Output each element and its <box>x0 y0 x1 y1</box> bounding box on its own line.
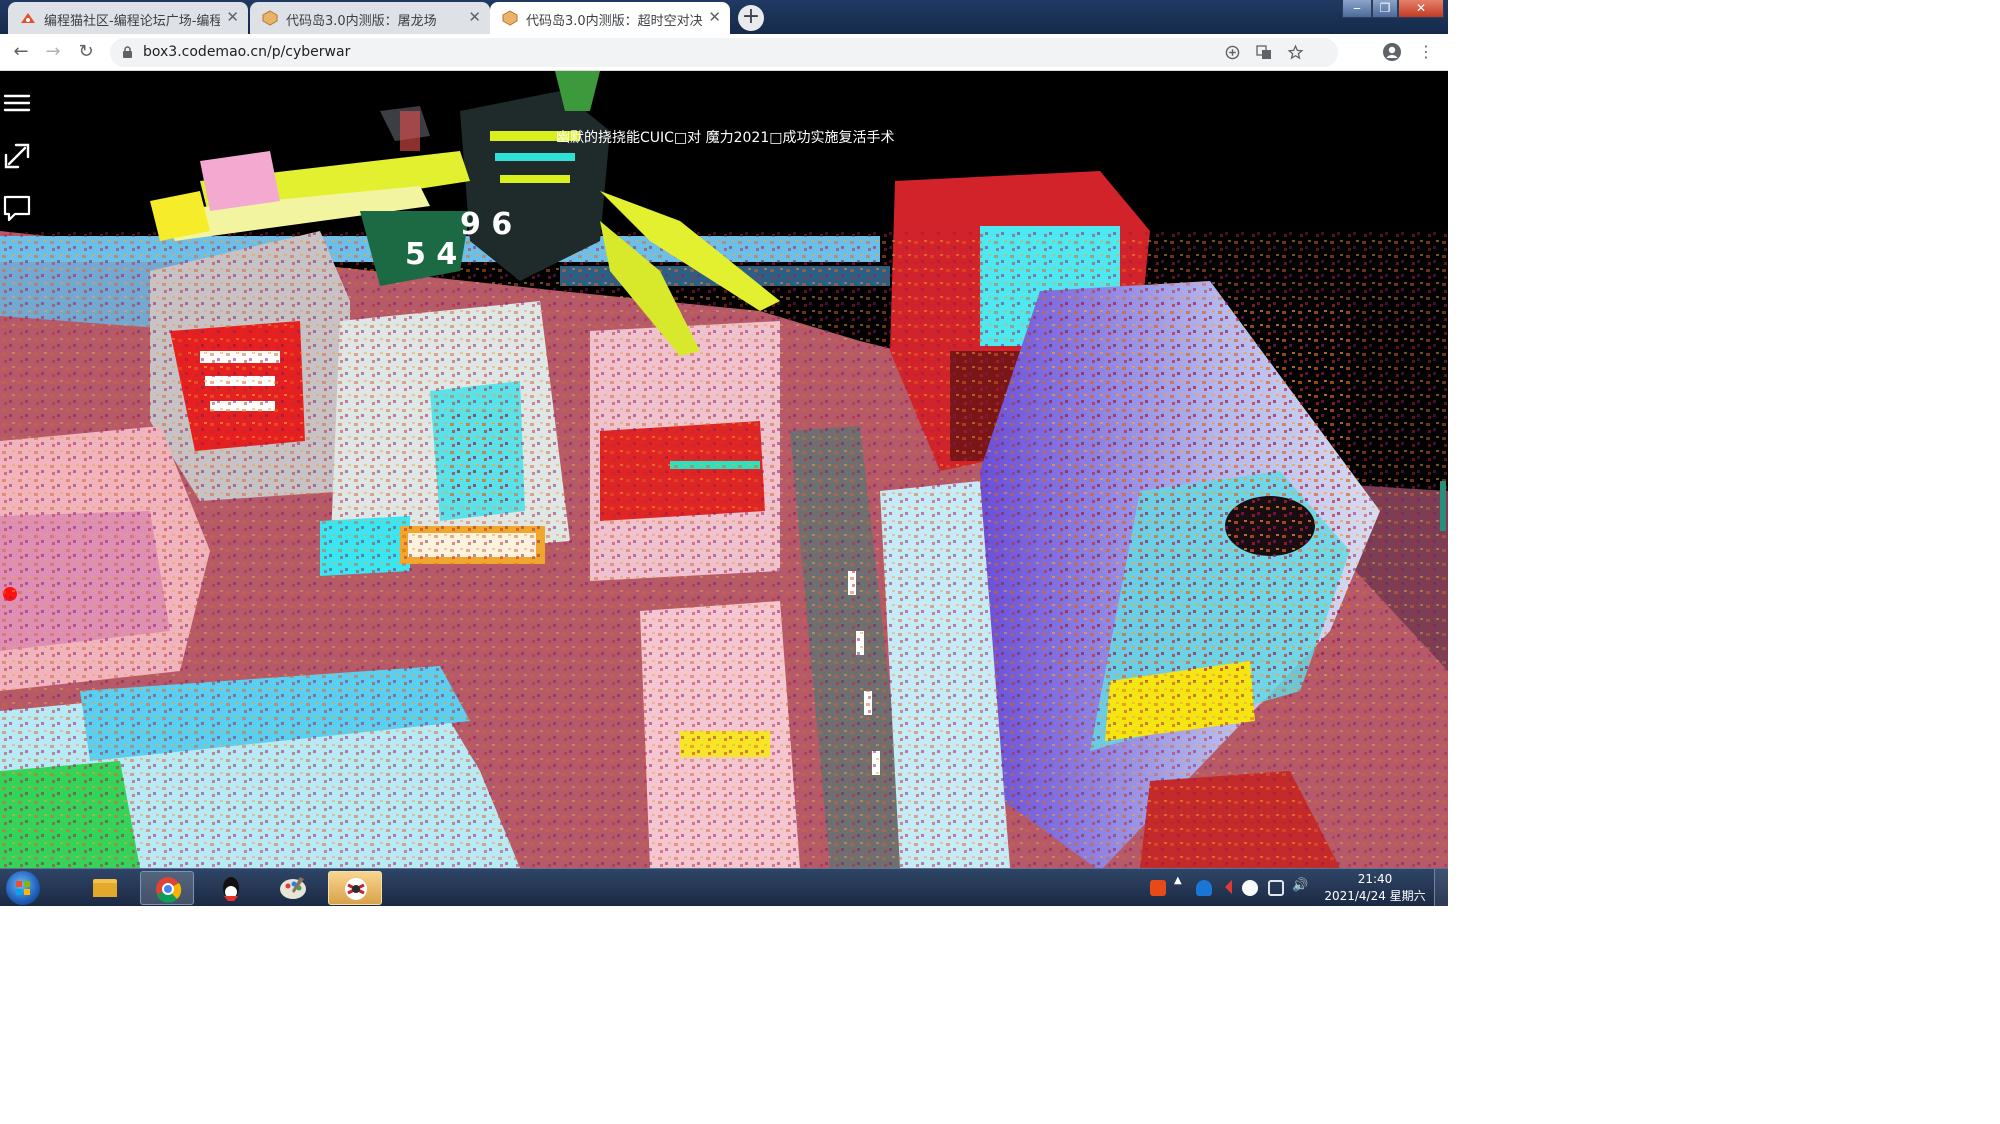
windows-logo-icon <box>16 881 30 895</box>
tab-dragon-arena[interactable]: 代码岛3.0内测版：屠龙场 ✕ <box>250 2 490 34</box>
damage-number: 9 6 <box>460 207 513 242</box>
show-hidden-icons-icon[interactable]: ▲ <box>1174 875 1184 891</box>
lock-icon <box>123 46 132 58</box>
game-viewport[interactable]: 9 6 5 4 幽默的挠挠能CUIC□对 魔力2021□成功实施复活手术 <box>0 71 1448 868</box>
tab-codemao-community[interactable]: 编程猫社区-编程论坛广场-编程 ✕ <box>8 2 248 34</box>
damage-number: 5 4 <box>405 237 458 272</box>
back-icon[interactable]: ← <box>10 41 32 63</box>
show-desktop-button[interactable] <box>1434 869 1448 906</box>
screenshot: 编程猫社区-编程论坛广场-编程 ✕ 代码岛3.0内测版：屠龙场 ✕ 代码岛3.0… <box>0 0 1448 906</box>
menu-icon[interactable] <box>0 86 34 120</box>
chrome-icon[interactable] <box>140 871 194 905</box>
file-explorer-icon[interactable] <box>78 871 132 905</box>
bookmark-star-icon[interactable] <box>1287 44 1304 61</box>
restore-button[interactable]: ❐ <box>1372 0 1398 18</box>
reload-icon[interactable]: ↻ <box>75 41 97 63</box>
clock-date: 2021/4/24 星期六 <box>1324 889 1426 903</box>
chat-icon[interactable] <box>0 191 34 225</box>
clock-time: 21:40 <box>1357 872 1393 886</box>
speaker-icon[interactable]: 🔊 <box>1292 878 1308 894</box>
browser-toolbar: ← → ↻ box3.codemao.cn/p/cyberwar ⋮ <box>0 34 1448 71</box>
close-tab-icon[interactable]: ✕ <box>468 8 481 26</box>
address-bar[interactable]: box3.codemao.cn/p/cyberwar <box>110 38 1338 67</box>
forward-icon[interactable]: → <box>42 41 64 63</box>
game-broadcast-message: 幽默的挠挠能CUIC□对 魔力2021□成功实施复活手术 <box>556 130 895 146</box>
translate-icon[interactable] <box>1256 45 1272 60</box>
chrome-menu-icon[interactable]: ⋮ <box>1415 41 1437 63</box>
qq-icon[interactable] <box>204 871 258 905</box>
tab-title: 编程猫社区-编程论坛广场-编程 <box>44 14 220 29</box>
close-tab-icon[interactable]: ✕ <box>708 8 721 26</box>
tab-title: 代码岛3.0内测版：超时空对决 <box>526 14 702 29</box>
browser-tab-strip: 编程猫社区-编程论坛广场-编程 ✕ 代码岛3.0内测版：屠龙场 ✕ 代码岛3.0… <box>0 0 1448 34</box>
url-text: box3.codemao.cn/p/cyberwar <box>143 44 351 60</box>
network-icon[interactable] <box>1268 880 1284 896</box>
box3-favicon-icon <box>262 10 278 26</box>
tab-cyberwar[interactable]: 代码岛3.0内测版：超时空对决 ✕ <box>490 2 730 34</box>
close-window-button[interactable]: ✕ <box>1398 0 1444 18</box>
minimize-button[interactable]: ‒ <box>1342 0 1372 18</box>
box3-favicon-icon <box>502 10 518 26</box>
taskbar-clock[interactable]: 21:40 2021/4/24 星期六 <box>1320 871 1430 905</box>
paint-icon[interactable] <box>266 871 320 905</box>
start-button[interactable] <box>6 871 40 905</box>
security-shield-icon[interactable] <box>1196 880 1212 896</box>
voxel-city-scene <box>0 71 1448 868</box>
close-tab-icon[interactable]: ✕ <box>226 8 239 26</box>
volume-warning-icon[interactable] <box>1218 880 1232 894</box>
profile-avatar-icon[interactable] <box>1382 42 1402 62</box>
tab-title: 代码岛3.0内测版：屠龙场 <box>286 14 437 29</box>
sogou-ime-icon[interactable] <box>1150 880 1166 896</box>
fullscreen-exit-icon[interactable] <box>0 139 34 173</box>
windows-taskbar: ▲ 🔊 21:40 2021/4/24 星期六 <box>0 868 1448 906</box>
game-icon[interactable] <box>328 871 382 905</box>
new-tab-button[interactable]: + <box>738 5 764 31</box>
install-app-icon[interactable] <box>1225 45 1240 60</box>
qq-tray-icon[interactable] <box>1242 880 1258 896</box>
codemao-favicon-icon <box>21 13 35 23</box>
